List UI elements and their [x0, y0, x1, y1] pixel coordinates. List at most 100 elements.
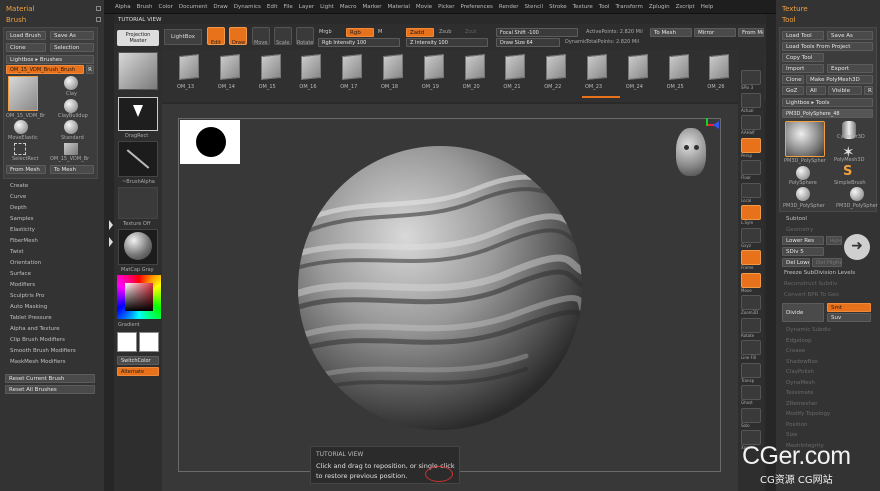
- brush-shelf-thumb[interactable]: [260, 53, 281, 81]
- top-menu-item[interactable]: Draw: [213, 4, 227, 12]
- geometry-submenu-item[interactable]: Position: [786, 422, 807, 428]
- top-menu-item[interactable]: Marker: [363, 4, 382, 12]
- left-panel-collapse-icon[interactable]: [109, 237, 113, 247]
- top-menu-item[interactable]: Zscript: [676, 4, 695, 12]
- right-shelf-button[interactable]: [741, 250, 761, 265]
- import-button[interactable]: Import: [782, 64, 824, 73]
- polysphere-tool-icon[interactable]: [796, 166, 810, 180]
- freeze-subdivision-button[interactable]: Freeze SubDivision Levels: [784, 270, 855, 276]
- texture-title[interactable]: Texture: [782, 5, 808, 13]
- tool-r-button[interactable]: R: [864, 86, 873, 95]
- alternate-button[interactable]: Alternate: [117, 367, 159, 376]
- standard-brush-icon[interactable]: [64, 120, 78, 134]
- top-menu-item[interactable]: Picker: [438, 4, 454, 12]
- top-menu-item[interactable]: File: [284, 4, 293, 12]
- top-menu-item[interactable]: Stroke: [549, 4, 567, 12]
- top-menu-item[interactable]: Tool: [599, 4, 610, 12]
- rgb-intensity-slider[interactable]: Rgb Intensity 100: [318, 38, 400, 47]
- lightbox-tools-button[interactable]: Lightbox ▸ Tools: [782, 98, 873, 107]
- top-menu-item[interactable]: Stencil: [524, 4, 543, 12]
- skull-navigation-icon[interactable]: [676, 128, 706, 176]
- brush-shelf-thumb[interactable]: [301, 53, 322, 81]
- tool-title[interactable]: Tool: [782, 16, 796, 24]
- right-shelf-button[interactable]: [741, 70, 761, 85]
- brush-r-button[interactable]: R: [86, 65, 94, 74]
- rgb-button[interactable]: Rgb: [346, 28, 374, 37]
- geometry-submenu-item[interactable]: ShadowBox: [786, 359, 818, 365]
- to-mesh-button[interactable]: To Mesh: [650, 28, 692, 37]
- brush-shelf-thumb[interactable]: [505, 53, 526, 81]
- tool-thumb-6[interactable]: [850, 187, 864, 201]
- selectrect-brush-icon[interactable]: [14, 143, 26, 155]
- lightbox-brushes-button[interactable]: Lightbox ▸ Brushes: [6, 55, 94, 64]
- top-menu-item[interactable]: Light: [320, 4, 334, 12]
- brush-shelf-thumb[interactable]: [342, 53, 363, 81]
- del-lower-button[interactable]: Del Lower: [782, 258, 810, 267]
- brush-thumb-current[interactable]: [8, 76, 38, 111]
- brush-menu-alpha-texture[interactable]: Alpha and Texture: [10, 326, 60, 332]
- color-picker-square[interactable]: [125, 283, 153, 311]
- goz-button[interactable]: GoZ: [782, 86, 804, 95]
- claybuildup-brush-icon[interactable]: [64, 99, 78, 113]
- geometry-menu[interactable]: Geometry: [786, 227, 813, 233]
- brush-shelf-thumb[interactable]: [423, 53, 444, 81]
- brush-menu-maskmesh-modifiers[interactable]: MaskMesh Modifiers: [10, 359, 66, 365]
- brush-menu-auto-masking[interactable]: Auto Masking: [10, 304, 47, 310]
- brush-thumbnail[interactable]: [118, 52, 158, 90]
- top-menu-item[interactable]: Zplugin: [649, 4, 670, 12]
- export-button[interactable]: Export: [827, 64, 873, 73]
- from-mesh-button[interactable]: From Mesh: [738, 28, 764, 37]
- brush-shelf-thumb[interactable]: [464, 53, 485, 81]
- brush-menu-surface[interactable]: Surface: [10, 271, 31, 277]
- top-menu-item[interactable]: Macro: [340, 4, 357, 12]
- lightbox-button[interactable]: LightBox: [164, 29, 202, 45]
- brush-menu-curve[interactable]: Curve: [10, 194, 26, 200]
- right-shelf-button[interactable]: [741, 115, 761, 130]
- brush-close-icon[interactable]: [96, 17, 101, 22]
- top-menu-item[interactable]: Document: [179, 4, 208, 12]
- all-button[interactable]: All: [806, 86, 826, 95]
- make-polymesh-button[interactable]: Make PolyMesh3D: [806, 75, 873, 84]
- brush-menu-depth[interactable]: Depth: [10, 205, 27, 211]
- brush-menu-smooth-modifiers[interactable]: Smooth Brush Modifiers: [10, 348, 76, 354]
- higher-res-arrow-icon[interactable]: ➜: [844, 234, 870, 260]
- brush-menu-fibermesh[interactable]: FiberMesh: [10, 238, 38, 244]
- top-menu-item[interactable]: Brush: [137, 4, 153, 12]
- load-tool-button[interactable]: Load Tool: [782, 31, 824, 40]
- brush-shelf-thumb[interactable]: [219, 53, 240, 81]
- right-shelf-button[interactable]: [741, 340, 761, 355]
- projection-master-button[interactable]: Projection Master: [117, 30, 159, 46]
- top-menu-item[interactable]: Movie: [416, 4, 432, 12]
- top-menu-item[interactable]: Dynamics: [234, 4, 261, 12]
- brush-from-mesh-button[interactable]: From Mesh: [6, 165, 46, 174]
- top-menu-item[interactable]: Preferences: [461, 4, 493, 12]
- current-brush-slider[interactable]: OM_15_VDM_Brush_Brush: [6, 65, 84, 74]
- brush-menu-elasticity[interactable]: Elasticity: [10, 227, 35, 233]
- brush-menu-tablet-pressure[interactable]: Tablet Pressure: [10, 315, 52, 321]
- geometry-submenu-item[interactable]: ZRemesher: [786, 401, 817, 407]
- material-title[interactable]: Material: [6, 5, 34, 13]
- top-menu-item[interactable]: Color: [159, 4, 173, 12]
- brush-shelf-thumb[interactable]: [668, 53, 689, 81]
- vdm-brush-icon[interactable]: [64, 143, 78, 155]
- zsub-button[interactable]: Zsub: [439, 29, 451, 35]
- brush-shelf-thumb[interactable]: [383, 53, 403, 81]
- geometry-submenu-item[interactable]: Edgeloop: [786, 338, 812, 344]
- material-close-icon[interactable]: [96, 6, 101, 11]
- geometry-submenu-item[interactable]: Modify Topology: [786, 411, 830, 417]
- right-shelf-button[interactable]: [741, 407, 761, 423]
- brush-title[interactable]: Brush: [6, 16, 26, 24]
- sculpted-sphere[interactable]: [296, 144, 584, 432]
- brush-shelf-thumb[interactable]: [587, 53, 607, 81]
- right-shelf-button[interactable]: [741, 385, 761, 400]
- brush-shelf-thumb[interactable]: [179, 53, 199, 81]
- clay-brush-icon[interactable]: [64, 76, 78, 90]
- brush-shelf-thumb[interactable]: [546, 53, 567, 81]
- right-shelf-button[interactable]: [741, 227, 761, 243]
- top-menu-item[interactable]: Render: [499, 4, 519, 12]
- lower-res-button[interactable]: Lower Res: [782, 236, 824, 245]
- current-tool-slider[interactable]: PM3D_PolySphere_48: [782, 109, 873, 118]
- brush-to-mesh-button[interactable]: To Mesh: [50, 165, 94, 174]
- right-shelf-button[interactable]: [741, 205, 761, 220]
- brush-menu-modifiers[interactable]: Modifiers: [10, 282, 35, 288]
